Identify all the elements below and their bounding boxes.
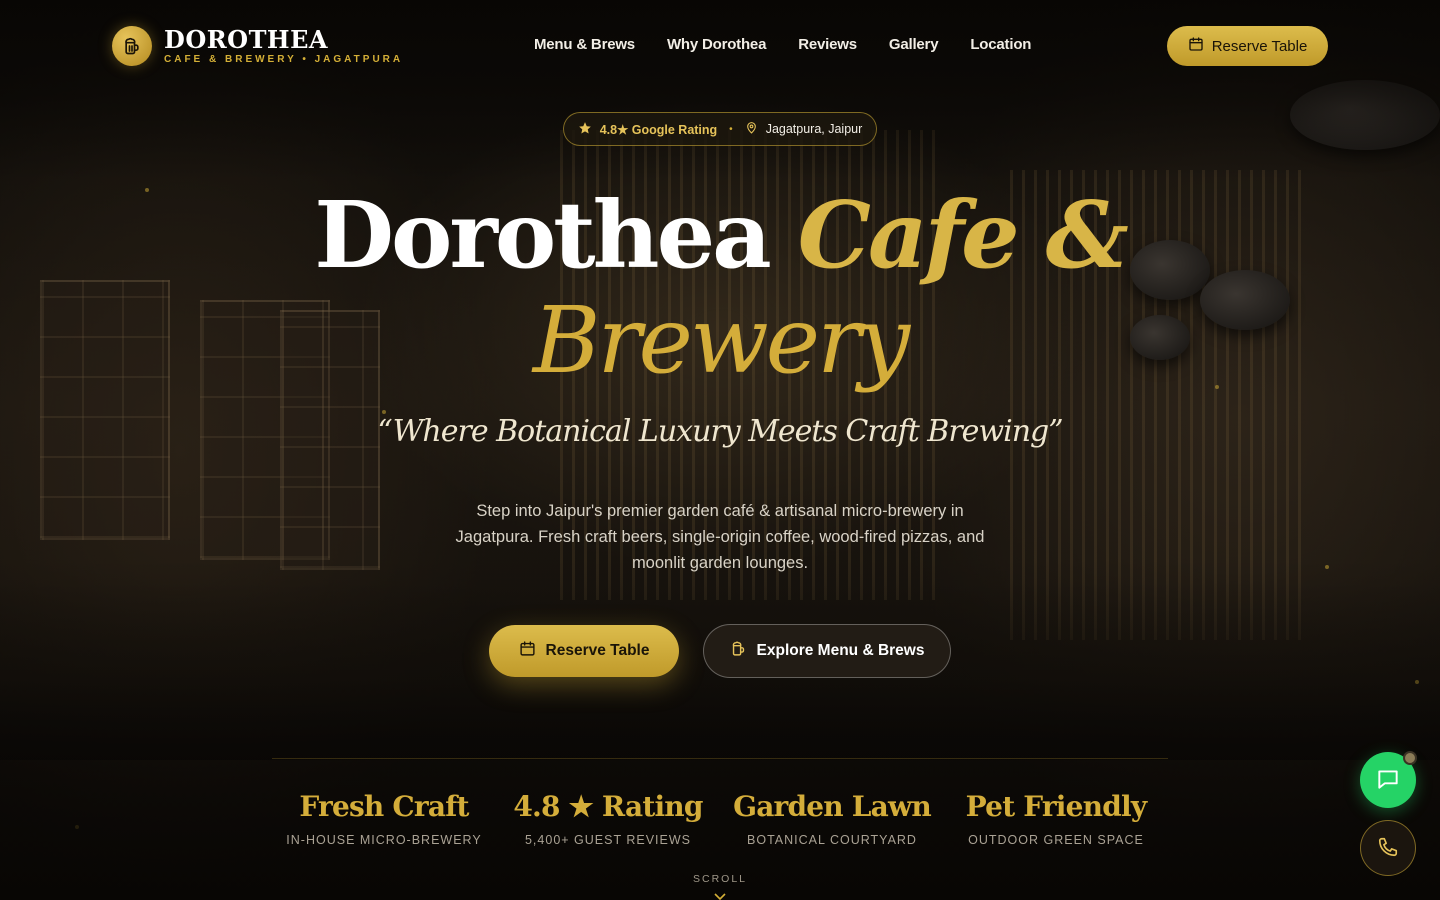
phone-icon (1377, 836, 1399, 861)
stat-item: 4.8 ★ Rating 5,400+ GUEST REVIEWS (496, 790, 720, 847)
scroll-indicator-label[interactable]: SCROLL (0, 873, 1440, 885)
stat-title: 4.8 ★ Rating (513, 790, 703, 823)
beer-mug-icon (730, 640, 747, 662)
calendar-icon (1188, 36, 1204, 56)
main-nav: Menu & Brews Why Dorothea Reviews Galler… (534, 36, 1031, 53)
stat-title: Fresh Craft (299, 790, 469, 823)
stat-item: Fresh Craft IN-HOUSE MICRO-BREWERY (272, 790, 496, 847)
brand-tagline: CAFE & BREWERY • JAGATPURA (164, 54, 404, 65)
stats-divider (272, 758, 1168, 759)
sparkle-dot (1325, 565, 1329, 569)
stat-title: Pet Friendly (965, 790, 1147, 823)
hero-title-gold: Cafe & (797, 181, 1129, 289)
hero-reserve-label: Reserve Table (545, 642, 650, 659)
beer-mug-icon (112, 26, 152, 66)
stat-subtitle: 5,400+ GUEST REVIEWS (524, 833, 691, 847)
notification-badge (1403, 751, 1417, 765)
sparkle-dot (75, 825, 79, 829)
calendar-icon (519, 640, 536, 662)
chat-icon (1375, 766, 1401, 795)
stat-title: Garden Lawn (733, 790, 932, 823)
chevron-down-icon[interactable] (713, 889, 727, 900)
hero-description: Step into Jaipur's premier garden café &… (455, 502, 985, 572)
map-pin-icon (745, 121, 758, 137)
stat-item: Pet Friendly OUTDOOR GREEN SPACE (944, 790, 1168, 847)
header-reserve-button[interactable]: Reserve Table (1167, 26, 1328, 66)
hero-reserve-button[interactable]: Reserve Table (489, 625, 679, 677)
nav-reviews[interactable]: Reviews (798, 36, 857, 53)
explore-menu-label: Explore Menu & Brews (756, 642, 925, 659)
star-icon (578, 121, 592, 138)
hero-title-line2: Brewery (532, 287, 910, 394)
call-button[interactable] (1360, 820, 1416, 876)
hero-title: Dorothea Cafe & (0, 180, 1440, 290)
google-rating-text: 4.8★ Google Rating (599, 122, 718, 137)
rating-location-pill: 4.8★ Google Rating • Jagatpura, Jaipur (563, 112, 877, 146)
nav-menu-brews[interactable]: Menu & Brews (534, 36, 635, 53)
stat-subtitle: IN-HOUSE MICRO-BREWERY (286, 833, 482, 847)
stat-subtitle: OUTDOOR GREEN SPACE (968, 833, 1144, 847)
nav-location[interactable]: Location (970, 36, 1031, 53)
brand-logo[interactable]: DOROTHEA CAFE & BREWERY • JAGATPURA (112, 26, 403, 66)
nav-why-dorothea[interactable]: Why Dorothea (667, 36, 766, 53)
hero-tagline: “Where Botanical Luxury Meets Craft Brew… (377, 414, 1063, 449)
stats-row: Fresh Craft IN-HOUSE MICRO-BREWERY 4.8 ★… (272, 790, 1168, 847)
location-text: Jagatpura, Jaipur (765, 122, 863, 136)
nav-gallery[interactable]: Gallery (889, 36, 939, 53)
explore-menu-button[interactable]: Explore Menu & Brews (703, 624, 951, 678)
sparkle-dot (1415, 680, 1419, 684)
brand-name: DOROTHEA (164, 25, 329, 54)
hero-title-plain: Dorothea (314, 181, 772, 289)
stat-subtitle: BOTANICAL COURTYARD (747, 833, 917, 847)
pill-separator: • (729, 123, 733, 135)
header-reserve-label: Reserve Table (1211, 37, 1308, 55)
stat-item: Garden Lawn BOTANICAL COURTYARD (720, 790, 944, 847)
pendant-lamp-decor (1290, 80, 1440, 150)
